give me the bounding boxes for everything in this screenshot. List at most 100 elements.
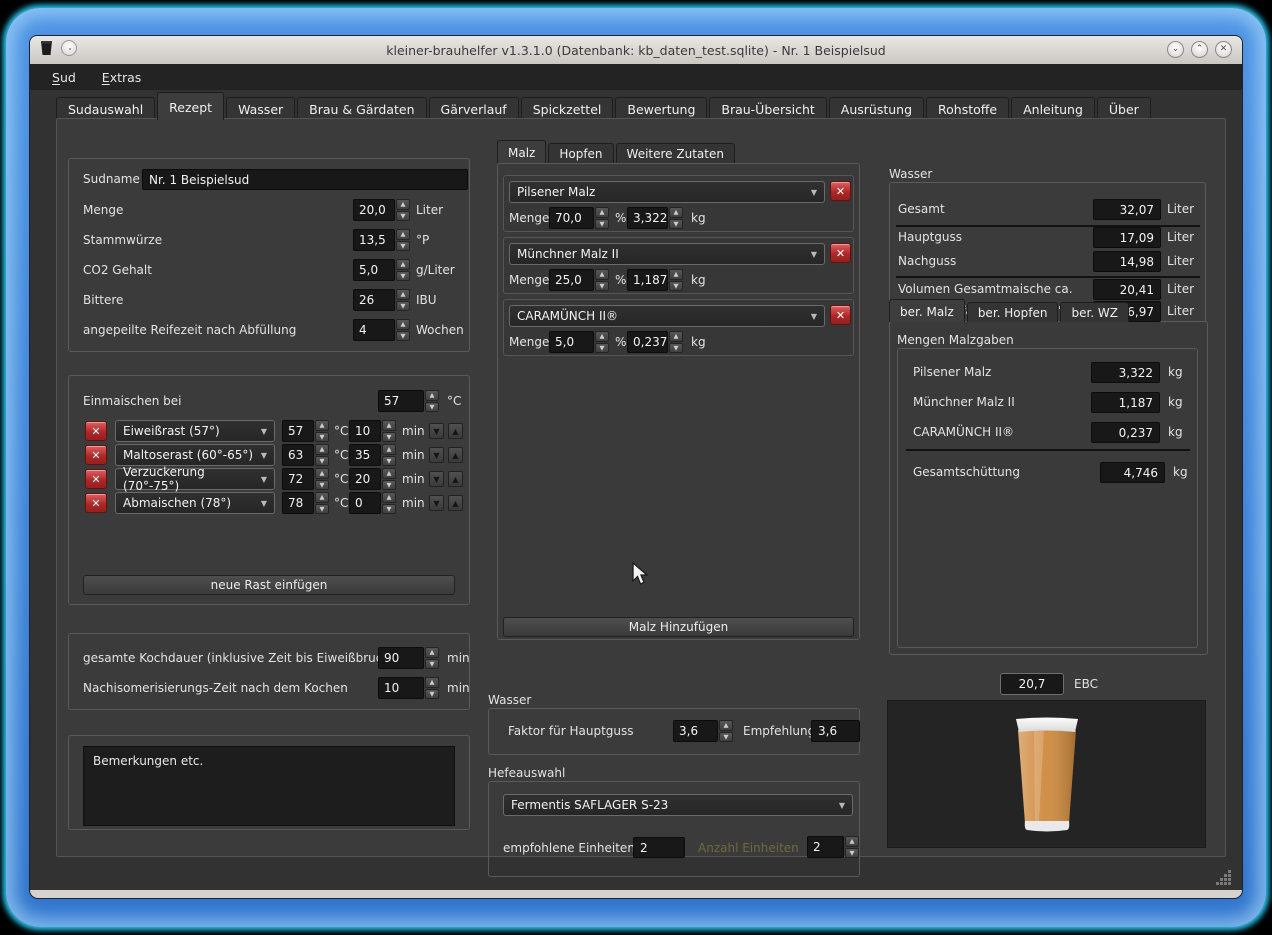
bemerkungen-textarea[interactable]: Bemerkungen etc. [83, 746, 455, 826]
spin-down-icon[interactable]: ▼ [425, 659, 439, 670]
tab-wasser[interactable]: Wasser [226, 97, 295, 120]
spin-down-icon[interactable]: ▼ [595, 219, 609, 230]
rast-time-spinbox[interactable]: 20▲▼ [349, 468, 396, 490]
tab-bewertung[interactable]: Bewertung [615, 97, 707, 120]
spin-down-icon[interactable]: ▼ [315, 504, 329, 515]
spin-down-icon[interactable]: ▼ [595, 343, 609, 354]
rast-time-spinbox[interactable]: 10▲▼ [349, 420, 396, 442]
spin-down-icon[interactable]: ▼ [315, 456, 329, 467]
spin-up-icon[interactable]: ▲ [595, 207, 609, 218]
rast-move-down-button[interactable]: ▼ [429, 495, 444, 511]
rast-move-up-button[interactable]: ▲ [448, 495, 463, 511]
malt-combo[interactable]: Münchner Malz II▼ [509, 243, 825, 265]
tab-rezept[interactable]: Rezept [157, 92, 224, 120]
stammwuerze-spinbox[interactable]: 13,5 ▲▼ [353, 229, 410, 251]
spin-up-icon[interactable]: ▲ [315, 420, 329, 431]
spin-down-icon[interactable]: ▼ [425, 402, 439, 413]
spin-down-icon[interactable]: ▼ [669, 281, 683, 292]
malt-percent-spinbox[interactable]: 5,0▲▼ [549, 331, 609, 353]
spin-down-icon[interactable]: ▼ [719, 732, 733, 743]
rast-delete-button[interactable]: ✕ [85, 469, 107, 489]
spin-up-icon[interactable]: ▲ [425, 390, 439, 401]
add-rast-button[interactable]: neue Rast einfügen [83, 575, 455, 595]
rast-type-combo[interactable]: Verzuckerung (70°-75°)▼ [115, 468, 275, 490]
rast-temp-spinbox[interactable]: 72▲▼ [282, 468, 329, 490]
rast-move-up-button[interactable]: ▲ [448, 447, 463, 463]
spin-down-icon[interactable]: ▼ [382, 504, 396, 515]
spin-up-icon[interactable]: ▲ [396, 319, 410, 330]
tab-malz[interactable]: Malz [497, 140, 546, 163]
shade-button[interactable]: ⌄ [1167, 41, 1184, 58]
malt-combo[interactable]: Pilsener Malz▼ [509, 181, 825, 203]
rast-move-down-button[interactable]: ▼ [429, 471, 444, 487]
tab-gaerverlauf[interactable]: Gärverlauf [429, 97, 519, 120]
tab-hopfen[interactable]: Hopfen [548, 143, 613, 163]
close-button[interactable]: ✕ [1215, 41, 1232, 58]
maximize-button[interactable]: ⌃ [1191, 41, 1208, 58]
spin-down-icon[interactable]: ▼ [382, 480, 396, 491]
reifezeit-spinbox[interactable]: 4 ▲▼ [353, 319, 410, 341]
tab-rohstoffe[interactable]: Rohstoffe [926, 97, 1009, 120]
kochdauer-spinbox[interactable]: 90 ▲▼ [378, 647, 439, 669]
spin-down-icon[interactable]: ▼ [425, 689, 439, 700]
rast-time-spinbox[interactable]: 0▲▼ [349, 492, 396, 514]
spin-up-icon[interactable]: ▲ [315, 444, 329, 455]
spin-up-icon[interactable]: ▲ [669, 207, 683, 218]
spin-down-icon[interactable]: ▼ [382, 432, 396, 443]
rast-temp-spinbox[interactable]: 63▲▼ [282, 444, 329, 466]
spin-down-icon[interactable]: ▼ [595, 281, 609, 292]
tab-ber-hopfen[interactable]: ber. Hopfen [967, 302, 1059, 322]
einmaisch-temp-spinbox[interactable]: 57 ▲▼ [378, 390, 439, 412]
nachiso-spinbox[interactable]: 10 ▲▼ [378, 677, 439, 699]
window-bottom-frame[interactable] [30, 890, 1242, 898]
spin-down-icon[interactable]: ▼ [669, 343, 683, 354]
spin-up-icon[interactable]: ▲ [669, 331, 683, 342]
tab-ausruestung[interactable]: Ausrüstung [829, 97, 924, 120]
rast-move-down-button[interactable]: ▼ [429, 447, 444, 463]
resize-grip[interactable] [1215, 869, 1232, 886]
anzahl-einheiten-spinbox[interactable]: 2 ▲▼ [807, 836, 859, 858]
spin-down-icon[interactable]: ▼ [315, 480, 329, 491]
spin-up-icon[interactable]: ▲ [315, 492, 329, 503]
rast-delete-button[interactable]: ✕ [85, 493, 107, 513]
spin-down-icon[interactable]: ▼ [396, 331, 410, 342]
tab-ber-malz[interactable]: ber. Malz [889, 299, 965, 322]
spin-down-icon[interactable]: ▼ [315, 432, 329, 443]
spin-up-icon[interactable]: ▲ [845, 836, 859, 847]
rast-temp-spinbox[interactable]: 57▲▼ [282, 420, 329, 442]
spin-down-icon[interactable]: ▼ [396, 301, 410, 312]
spin-up-icon[interactable]: ▲ [315, 468, 329, 479]
rast-delete-button[interactable]: ✕ [85, 445, 107, 465]
tab-sudauswahl[interactable]: Sudauswahl [56, 97, 155, 120]
rast-type-combo[interactable]: Eiweißrast (57°)▼ [115, 420, 275, 442]
tab-brau-uebersicht[interactable]: Brau-Übersicht [709, 97, 826, 120]
spin-down-icon[interactable]: ▼ [396, 241, 410, 252]
spin-down-icon[interactable]: ▼ [845, 848, 859, 859]
titlebar[interactable]: kleiner-brauhelfer v1.3.1.0 (Datenbank: … [30, 36, 1242, 64]
spin-up-icon[interactable]: ▲ [396, 199, 410, 210]
rast-temp-spinbox[interactable]: 78▲▼ [282, 492, 329, 514]
malt-kg-spinbox[interactable]: 0,237▲▼ [627, 331, 683, 353]
spin-down-icon[interactable]: ▼ [396, 211, 410, 222]
spin-up-icon[interactable]: ▲ [719, 720, 733, 731]
spin-up-icon[interactable]: ▲ [595, 331, 609, 342]
sudname-input[interactable]: Nr. 1 Beispielsud [142, 169, 468, 190]
add-malt-button[interactable]: Malz Hinzufügen [503, 617, 854, 637]
malt-delete-button[interactable]: ✕ [830, 181, 851, 201]
spin-up-icon[interactable]: ▲ [382, 492, 396, 503]
spin-up-icon[interactable]: ▲ [382, 444, 396, 455]
malt-delete-button[interactable]: ✕ [830, 243, 851, 263]
malt-combo[interactable]: CARAMÜNCH II®▼ [509, 305, 825, 327]
malt-kg-spinbox[interactable]: 1,187▲▼ [627, 269, 683, 291]
rast-move-up-button[interactable]: ▲ [448, 471, 463, 487]
spin-down-icon[interactable]: ▼ [382, 456, 396, 467]
spin-down-icon[interactable]: ▼ [669, 219, 683, 230]
spin-up-icon[interactable]: ▲ [425, 677, 439, 688]
spin-up-icon[interactable]: ▲ [396, 229, 410, 240]
tab-spickzettel[interactable]: Spickzettel [521, 97, 614, 120]
rast-move-up-button[interactable]: ▲ [448, 423, 463, 439]
spin-up-icon[interactable]: ▲ [382, 468, 396, 479]
tab-brau-gaerdaten[interactable]: Brau & Gärdaten [297, 97, 426, 120]
malt-percent-spinbox[interactable]: 70,0▲▼ [549, 207, 609, 229]
spin-up-icon[interactable]: ▲ [595, 269, 609, 280]
